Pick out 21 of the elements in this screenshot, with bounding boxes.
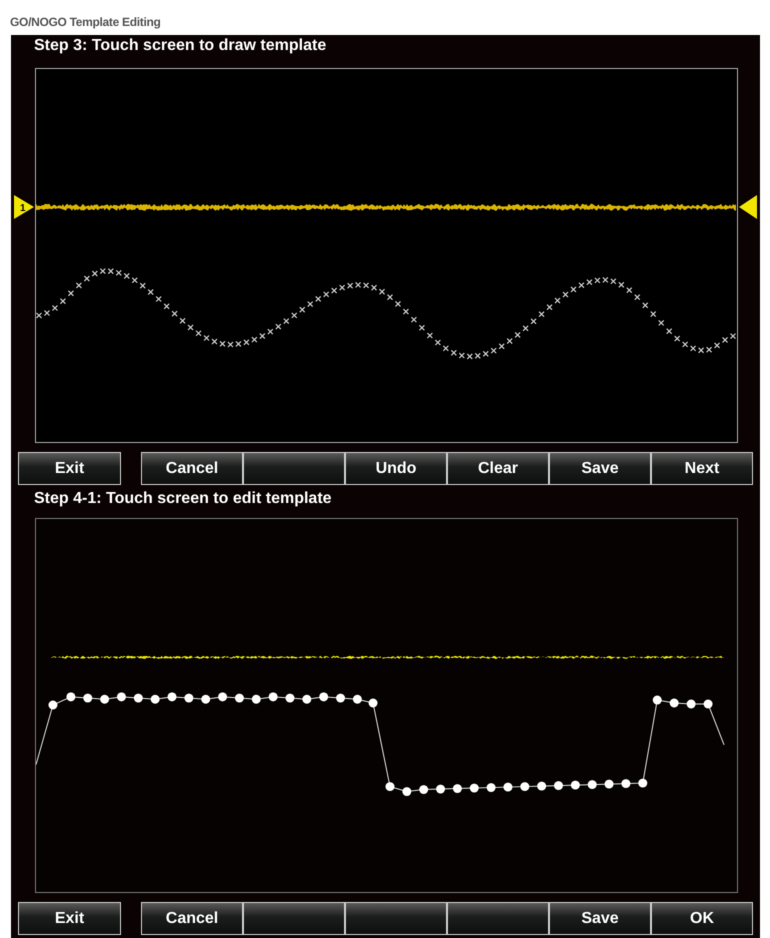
softkey-button[interactable]: Cancel [141, 902, 243, 935]
softkey-button[interactable]: Save [549, 902, 651, 935]
step-heading: Step 4-1: Touch screen to edit template [33, 489, 333, 509]
softkey-button[interactable]: Next [651, 452, 753, 485]
softkey-button[interactable]: Undo [345, 452, 447, 485]
softkey-button[interactable]: Cancel [141, 452, 243, 485]
waveform-display[interactable] [35, 68, 738, 443]
softkey-button[interactable]: Exit [18, 902, 121, 935]
channel-marker[interactable]: 1 [14, 195, 34, 219]
blank-softkey[interactable] [345, 902, 447, 935]
template-curve[interactable] [36, 692, 725, 796]
step-heading: Step 3: Touch screen to draw template [33, 36, 328, 56]
blank-softkey[interactable] [243, 452, 345, 485]
softkey-button[interactable]: OK [651, 902, 753, 935]
softkey-button[interactable]: Save [549, 452, 651, 485]
softkey-button[interactable]: Exit [18, 452, 121, 485]
blank-softkey[interactable] [243, 902, 345, 935]
waveform-display[interactable] [35, 518, 738, 893]
softkey-button[interactable]: Clear [447, 452, 549, 485]
page-title: GO/NOGO Template Editing [9, 14, 162, 31]
blank-softkey[interactable] [447, 902, 549, 935]
